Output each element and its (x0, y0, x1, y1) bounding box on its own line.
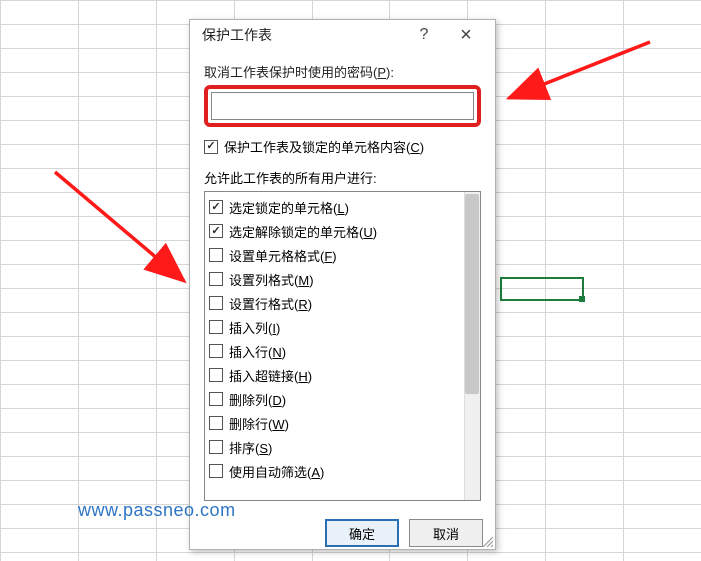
password-label: 取消工作表保护时使用的密码(P): (204, 62, 481, 81)
permission-checkbox[interactable] (209, 416, 223, 430)
permission-item[interactable]: 排序(S) (209, 435, 460, 459)
permission-label: 设置单元格格式(F) (229, 246, 337, 265)
permission-label: 插入超链接(H) (229, 366, 312, 385)
permission-checkbox[interactable] (209, 344, 223, 358)
password-highlight-box (204, 85, 481, 127)
permission-label: 设置列格式(M) (229, 270, 314, 289)
permission-item[interactable]: 设置列格式(M) (209, 267, 460, 291)
permission-label: 删除行(W) (229, 414, 289, 433)
permission-label: 插入行(N) (229, 342, 286, 361)
permission-item[interactable]: 设置单元格格式(F) (209, 243, 460, 267)
ok-button[interactable]: 确定 (325, 519, 399, 547)
permission-item[interactable]: 使用自动筛选(A) (209, 459, 460, 483)
permission-label: 使用自动筛选(A) (229, 462, 324, 481)
scrollbar-track[interactable] (464, 192, 480, 500)
protect-contents-checkbox-row[interactable]: 保护工作表及锁定的单元格内容(C) (204, 137, 481, 156)
permission-label: 插入列(I) (229, 318, 280, 337)
dialog-titlebar: 保护工作表 ? × (190, 20, 495, 50)
permission-label: 选定解除锁定的单元格(U) (229, 222, 377, 241)
permissions-listbox: 选定锁定的单元格(L) 选定解除锁定的单元格(U) 设置单元格格式(F) 设置列格式(… (204, 191, 481, 501)
close-button[interactable]: × (445, 20, 487, 50)
permission-label: 选定锁定的单元格(L) (229, 198, 349, 217)
permission-item[interactable]: 插入列(I) (209, 315, 460, 339)
protect-contents-checkbox[interactable] (204, 140, 218, 154)
permission-checkbox[interactable] (209, 368, 223, 382)
permission-checkbox[interactable] (209, 248, 223, 262)
permission-item[interactable]: 选定解除锁定的单元格(U) (209, 219, 460, 243)
permission-checkbox[interactable] (209, 200, 223, 214)
scrollbar-thumb[interactable] (465, 194, 479, 394)
protect-sheet-dialog: 保护工作表 ? × 取消工作表保护时使用的密码(P): 保护工作表及锁定的单元格… (189, 19, 496, 550)
cancel-button[interactable]: 取消 (409, 519, 483, 547)
permission-item[interactable]: 插入行(N) (209, 339, 460, 363)
permission-checkbox[interactable] (209, 272, 223, 286)
permission-checkbox[interactable] (209, 224, 223, 238)
permission-checkbox[interactable] (209, 296, 223, 310)
permission-item[interactable]: 选定锁定的单元格(L) (209, 195, 460, 219)
protect-contents-label: 保护工作表及锁定的单元格内容(C) (224, 137, 424, 156)
permission-item[interactable]: 删除行(W) (209, 411, 460, 435)
permission-checkbox[interactable] (209, 464, 223, 478)
active-cell-selection[interactable] (500, 277, 584, 301)
permission-item[interactable]: 删除列(D) (209, 387, 460, 411)
permission-item[interactable]: 设置行格式(R) (209, 291, 460, 315)
allow-users-label: 允许此工作表的所有用户进行: (204, 168, 481, 187)
help-button[interactable]: ? (403, 20, 445, 50)
permission-label: 排序(S) (229, 438, 272, 457)
permissions-list[interactable]: 选定锁定的单元格(L) 选定解除锁定的单元格(U) 设置单元格格式(F) 设置列格式(… (205, 192, 464, 500)
dialog-title: 保护工作表 (202, 25, 403, 45)
password-input[interactable] (211, 92, 474, 120)
permission-label: 设置行格式(R) (229, 294, 312, 313)
permission-checkbox[interactable] (209, 440, 223, 454)
permission-item[interactable]: 插入超链接(H) (209, 363, 460, 387)
permission-label: 删除列(D) (229, 390, 286, 409)
watermark-text: www.passneo.com (78, 500, 236, 521)
permission-checkbox[interactable] (209, 392, 223, 406)
resize-grip-icon[interactable] (481, 535, 493, 547)
permission-checkbox[interactable] (209, 320, 223, 334)
